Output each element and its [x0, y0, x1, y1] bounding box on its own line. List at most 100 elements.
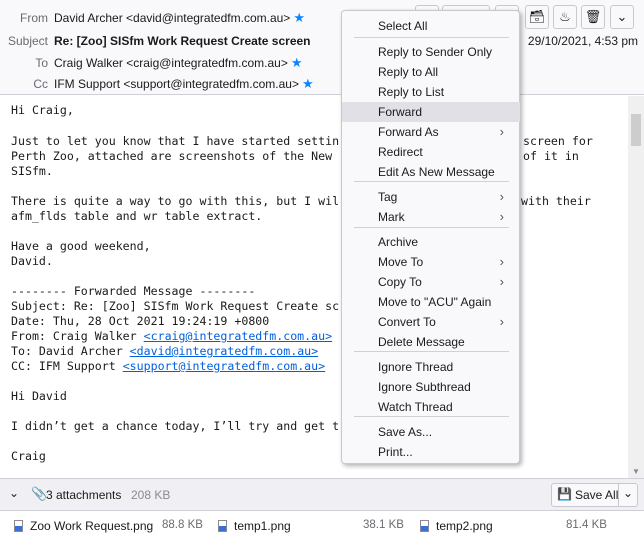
scrollbar-thumb[interactable]: [631, 114, 641, 146]
body-line: Just to let you know that I have started…: [11, 134, 340, 148]
chevron-down-icon[interactable]: ⌄: [623, 486, 633, 500]
menu-item-label: Watch Thread: [378, 400, 453, 414]
menu-item-label: Ignore Thread: [378, 360, 454, 374]
to-row: To Craig Walker <craig@integratedfm.com.a…: [0, 55, 303, 71]
attachment-name: temp2.png: [436, 519, 493, 533]
star-icon[interactable]: ★: [293, 10, 305, 25]
attachment-name: temp1.png: [234, 519, 291, 533]
from-label: From: [20, 11, 48, 25]
chevron-right-icon: ›: [499, 209, 504, 224]
body-line: CC: IFM Support <support@integratedfm.co…: [11, 359, 325, 374]
archive-button[interactable]: 🗃: [525, 5, 549, 29]
to-address[interactable]: Craig Walker <craig@integratedfm.com.au>: [54, 56, 288, 70]
email-link[interactable]: <david@integratedfm.com.au>: [130, 344, 318, 358]
menu-item-label: Select All: [378, 19, 428, 33]
chevron-right-icon: ›: [499, 124, 504, 139]
image-file-icon: [420, 520, 429, 532]
save-all-label: Save All: [575, 488, 619, 502]
menu-item-ignore-subthread[interactable]: Ignore Subthread: [342, 377, 520, 397]
email-link[interactable]: <support@integratedfm.com.au>: [123, 359, 325, 373]
attachment-item[interactable]: Zoo Work Request.png: [14, 519, 153, 533]
chevron-down-icon: ⌄: [616, 9, 628, 24]
menu-item-watch-thread[interactable]: Watch Thread: [342, 397, 520, 417]
chevron-right-icon: ›: [499, 314, 504, 329]
from-address[interactable]: David Archer <david@integratedfm.com.au>: [54, 11, 290, 25]
paperclip-icon: 📎: [31, 486, 48, 501]
menu-item-redirect[interactable]: Redirect: [342, 142, 520, 162]
menu-item-label: Archive: [378, 235, 419, 249]
subject-row: Subject Re: [Zoo] SISfm Work Request Crea…: [0, 34, 311, 48]
menu-item-move-to-acu-again[interactable]: Move to "ACU" Again: [342, 292, 520, 312]
attachment-item[interactable]: temp1.png: [218, 519, 291, 533]
menu-item-convert-to[interactable]: Convert To ›: [342, 312, 520, 332]
message-header: From David Archer <david@integratedfm.com…: [0, 0, 644, 95]
menu-item-label: Ignore Subthread: [378, 380, 471, 394]
body-line: of it in: [523, 149, 579, 163]
cc-address[interactable]: IFM Support <support@integratedfm.com.au…: [54, 77, 299, 91]
menu-item-copy-to[interactable]: Copy To ›: [342, 272, 520, 292]
body-line: Hi David: [11, 389, 67, 403]
subject-label: Subject: [7, 34, 48, 48]
menu-item-label: Copy To: [378, 275, 422, 289]
body-text: To: David Archer: [11, 344, 130, 358]
message-body[interactable]: Hi Craig, Just to let you know that I ha…: [0, 96, 628, 478]
chevron-down-icon[interactable]: ⌄: [9, 486, 19, 500]
divider: [618, 484, 619, 506]
body-line: Have a good weekend,: [11, 239, 151, 253]
menu-separator: [354, 351, 509, 352]
more-button[interactable]: ⌄: [610, 5, 634, 29]
subject: Re: [Zoo] SISfm Work Request Create scre…: [54, 34, 311, 48]
menu-item-label: Tag: [378, 190, 398, 204]
body-line: Perth Zoo, attached are screenshots of t…: [11, 149, 340, 163]
save-icon: 💾: [557, 487, 572, 501]
menu-item-label: Forward: [378, 105, 423, 119]
vertical-scrollbar[interactable]: ▼: [628, 96, 644, 478]
cc-row: Cc IFM Support <support@integratedfm.com.…: [0, 76, 314, 92]
menu-item-move-to[interactable]: Move To ›: [342, 252, 520, 272]
menu-item-reply-to-list[interactable]: Reply to List: [342, 82, 520, 102]
attachment-size: 81.4 KB: [566, 519, 607, 531]
attachment-size: 88.8 KB: [162, 519, 203, 531]
menu-item-label: Mark: [378, 210, 405, 224]
cc-label: Cc: [33, 77, 48, 91]
delete-button[interactable]: 🗑: [581, 5, 605, 29]
star-icon[interactable]: ★: [291, 55, 303, 70]
menu-separator: [354, 181, 509, 182]
menu-item-reply-to-sender-only[interactable]: Reply to Sender Only: [342, 42, 520, 62]
junk-button[interactable]: ♨: [553, 5, 577, 29]
menu-item-archive[interactable]: Archive: [342, 232, 520, 252]
menu-item-label: Move To: [378, 255, 424, 269]
menu-item-delete-message[interactable]: Delete Message: [342, 332, 520, 352]
menu-item-edit-as-new-message[interactable]: Edit As New Message: [342, 162, 520, 182]
menu-item-select-all[interactable]: Select All: [342, 16, 520, 36]
menu-item-forward[interactable]: Forward: [342, 102, 520, 122]
body-line: -------- Forwarded Message --------: [11, 284, 256, 298]
menu-item-reply-to-all[interactable]: Reply to All: [342, 62, 520, 82]
body-line: Hi Craig,: [11, 103, 74, 117]
menu-item-label: Move to "ACU" Again: [378, 295, 492, 309]
save-all-button[interactable]: 💾 Save All ⌄: [551, 483, 638, 507]
attachment-name: Zoo Work Request.png: [30, 519, 154, 533]
body-line: David.: [11, 254, 53, 268]
body-line: There is quite a way to go with this, bu…: [11, 194, 340, 208]
body-line: Subject: Re: [Zoo] SISfm Work Request Cr…: [11, 299, 340, 313]
menu-item-label: Reply to All: [378, 65, 439, 79]
star-icon[interactable]: ★: [302, 76, 314, 91]
menu-item-save-as[interactable]: Save As...: [342, 422, 520, 442]
email-link[interactable]: <craig@integratedfm.com.au>: [144, 329, 332, 343]
menu-item-tag[interactable]: Tag ›: [342, 187, 520, 207]
attachment-item[interactable]: temp2.png: [420, 519, 493, 533]
body-line: To: David Archer <david@integratedfm.com…: [11, 344, 318, 359]
menu-item-label: Save As...: [378, 425, 433, 439]
menu-item-label: Convert To: [378, 315, 436, 329]
body-line: From: Craig Walker <craig@integratedfm.c…: [11, 329, 332, 344]
menu-item-print[interactable]: Print...: [342, 442, 520, 462]
chevron-right-icon: ›: [499, 274, 504, 289]
menu-item-forward-as[interactable]: Forward As ›: [342, 122, 520, 142]
attachment-count[interactable]: 3 attachments: [46, 488, 121, 502]
scroll-down-icon[interactable]: ▼: [632, 467, 640, 476]
body-line: I didn’t get a chance today, I’ll try an…: [11, 419, 340, 433]
menu-separator: [354, 37, 509, 38]
menu-item-mark[interactable]: Mark ›: [342, 207, 520, 227]
menu-item-ignore-thread[interactable]: Ignore Thread: [342, 357, 520, 377]
